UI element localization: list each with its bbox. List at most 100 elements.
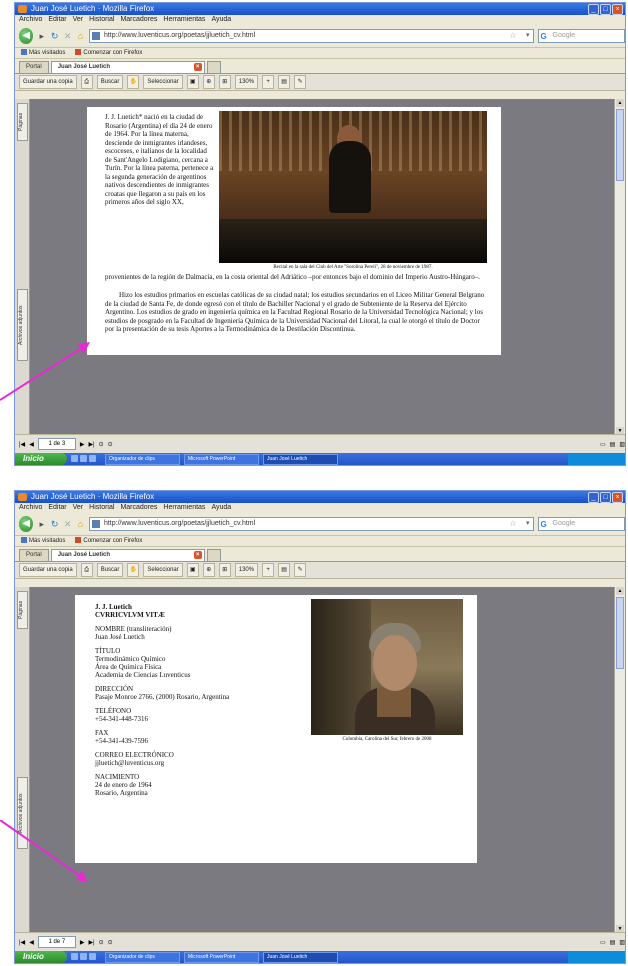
- sign-icon[interactable]: ✎: [294, 75, 307, 89]
- back-button[interactable]: ◀: [19, 28, 34, 44]
- menu-editar[interactable]: Editar: [48, 503, 66, 513]
- menu-editar[interactable]: Editar: [48, 15, 66, 25]
- first-page-icon[interactable]: |◀: [19, 441, 25, 448]
- snapshot-icon[interactable]: ▣: [186, 563, 199, 577]
- chevron-down-icon[interactable]: ▾: [526, 30, 530, 42]
- scroll-thumb[interactable]: [616, 597, 624, 669]
- print-icon[interactable]: ⎙: [80, 75, 93, 89]
- search-input[interactable]: G Google: [537, 517, 625, 531]
- menu-ver[interactable]: Ver: [73, 15, 84, 25]
- menu-ayuda[interactable]: Ayuda: [211, 503, 231, 513]
- close-button[interactable]: ×: [612, 492, 623, 503]
- menu-archivo[interactable]: Archivo: [19, 503, 42, 513]
- hand-tool-icon[interactable]: ✋: [127, 75, 140, 89]
- menu-historial[interactable]: Historial: [89, 503, 114, 513]
- url-bar[interactable]: http://www.luventicus.org/poetas/jjlueti…: [88, 517, 534, 531]
- search-input[interactable]: G Google: [537, 29, 625, 43]
- close-tab-icon[interactable]: ×: [193, 63, 202, 71]
- back-button[interactable]: ◀: [19, 516, 34, 532]
- scroll-up-icon[interactable]: ▲: [616, 99, 624, 107]
- tab-juan-jose-luetich[interactable]: Juan José Luetich ×: [50, 549, 205, 561]
- vertical-scrollbar[interactable]: ▲ ▼: [614, 99, 625, 435]
- page-tools-icon[interactable]: ▤: [278, 75, 291, 89]
- zoom-icon[interactable]: ⊕: [202, 75, 215, 89]
- zoom-in-icon[interactable]: +: [262, 75, 275, 89]
- zoom-icon[interactable]: ⊕: [202, 563, 215, 577]
- task-firefox[interactable]: Juan José Luetich: [263, 951, 338, 963]
- sign-icon[interactable]: ✎: [294, 563, 307, 577]
- menu-ayuda[interactable]: Ayuda: [211, 15, 231, 25]
- desktop-icon[interactable]: [80, 952, 87, 960]
- bookmark-most-visited[interactable]: Más visitados: [21, 48, 65, 58]
- page-number-field[interactable]: 1 de 7: [37, 936, 76, 948]
- zoom-in-icon[interactable]: +: [262, 563, 275, 577]
- task-powerpoint[interactable]: Microsoft PowerPoint: [184, 453, 259, 465]
- menu-historial[interactable]: Historial: [89, 15, 114, 25]
- hand-tool-icon[interactable]: ✋: [127, 563, 140, 577]
- save-copy-button[interactable]: Guardar una copia: [19, 75, 77, 89]
- last-page-icon[interactable]: ▶|: [88, 939, 94, 946]
- menu-marcadores[interactable]: Marcadores: [120, 503, 157, 513]
- menu-marcadores[interactable]: Marcadores: [120, 15, 157, 25]
- chevron-down-icon[interactable]: ▾: [526, 518, 530, 530]
- close-tab-icon[interactable]: ×: [193, 551, 202, 559]
- last-page-icon[interactable]: ▶|: [88, 441, 94, 448]
- maximize-button[interactable]: □: [600, 4, 611, 15]
- ie-icon[interactable]: [71, 952, 78, 960]
- menu-herramientas[interactable]: Herramientas: [163, 503, 205, 513]
- menu-archivo[interactable]: Archivo: [19, 15, 42, 25]
- new-tab-button[interactable]: [206, 61, 221, 73]
- two-page-icon[interactable]: ▥: [619, 441, 625, 448]
- forward-view-icon[interactable]: ⊙: [108, 939, 113, 946]
- minimize-button[interactable]: _: [588, 4, 599, 15]
- forward-view-icon[interactable]: ⊙: [108, 441, 113, 448]
- tab-pages[interactable]: Páginas: [17, 103, 28, 141]
- continuous-icon[interactable]: ▤: [610, 441, 616, 448]
- fit-page-icon[interactable]: ⊞: [218, 75, 231, 89]
- find-button[interactable]: Buscar: [96, 563, 124, 577]
- next-page-icon[interactable]: ▶: [80, 441, 85, 448]
- home-icon[interactable]: ⌂: [76, 31, 85, 41]
- maximize-button[interactable]: □: [600, 492, 611, 503]
- previous-page-icon[interactable]: ◀: [29, 939, 34, 946]
- minimize-button[interactable]: _: [588, 492, 599, 503]
- menu-herramientas[interactable]: Herramientas: [163, 15, 205, 25]
- task-firefox[interactable]: Juan José Luetich: [263, 453, 338, 465]
- reload-icon[interactable]: ↻: [50, 31, 59, 42]
- url-bar[interactable]: http://www.luventicus.org/poetas/jjlueti…: [88, 29, 534, 43]
- back-view-icon[interactable]: ⊙: [99, 441, 104, 448]
- back-view-icon[interactable]: ⊙: [99, 939, 104, 946]
- tab-pages[interactable]: Páginas: [17, 591, 28, 629]
- print-icon[interactable]: ⎙: [80, 563, 93, 577]
- star-icon[interactable]: ☆: [509, 518, 516, 530]
- media-icon[interactable]: [89, 952, 96, 960]
- tab-portal[interactable]: Portal: [19, 549, 49, 561]
- new-tab-button[interactable]: [206, 549, 221, 561]
- fit-page-icon[interactable]: ⊞: [218, 563, 231, 577]
- vertical-scrollbar[interactable]: ▲ ▼: [614, 587, 625, 933]
- single-page-icon[interactable]: ▭: [600, 441, 606, 448]
- single-page-icon[interactable]: ▭: [600, 939, 606, 946]
- save-copy-button[interactable]: Guardar una copia: [19, 563, 77, 577]
- desktop-icon[interactable]: [80, 454, 87, 462]
- task-clip-organizer[interactable]: Organizador de clips: [105, 453, 180, 465]
- start-button[interactable]: Inicio: [15, 951, 67, 963]
- next-page-icon[interactable]: ▶: [80, 939, 85, 946]
- task-clip-organizer[interactable]: Organizador de clips: [105, 951, 180, 963]
- bookmark-getting-started[interactable]: Comenzar con Firefox: [75, 536, 142, 546]
- tab-juan-jose-luetich[interactable]: Juan José Luetich ×: [50, 61, 205, 73]
- scroll-thumb[interactable]: [616, 109, 624, 181]
- snapshot-icon[interactable]: ▣: [186, 75, 199, 89]
- ie-icon[interactable]: [71, 454, 78, 462]
- previous-page-icon[interactable]: ◀: [29, 441, 34, 448]
- start-button[interactable]: Inicio: [15, 453, 67, 465]
- page-tools-icon[interactable]: ▤: [278, 563, 291, 577]
- stop-icon[interactable]: ✕: [63, 519, 72, 530]
- find-button[interactable]: Buscar: [96, 75, 124, 89]
- task-powerpoint[interactable]: Microsoft PowerPoint: [184, 951, 259, 963]
- menu-ver[interactable]: Ver: [73, 503, 84, 513]
- bookmark-getting-started[interactable]: Comenzar con Firefox: [75, 48, 142, 58]
- stop-icon[interactable]: ✕: [63, 31, 72, 42]
- two-page-icon[interactable]: ▥: [619, 939, 625, 946]
- home-icon[interactable]: ⌂: [76, 519, 85, 529]
